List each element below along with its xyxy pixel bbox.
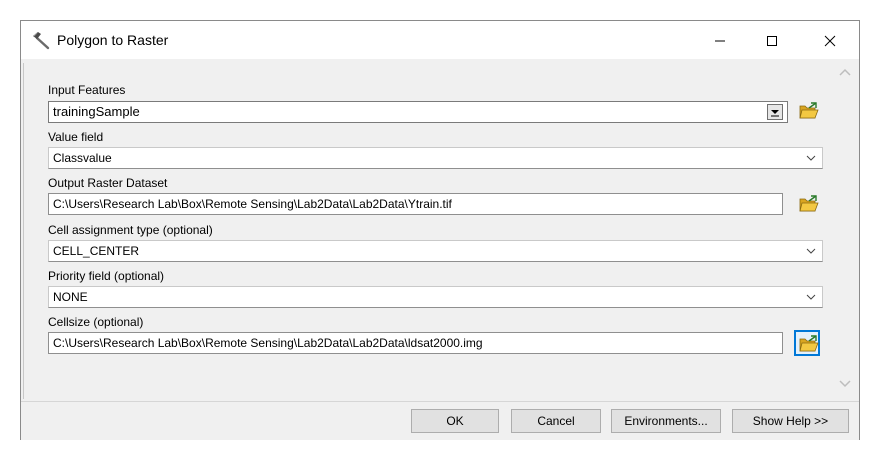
ok-button[interactable]: OK xyxy=(411,409,499,433)
input-features-browse-button[interactable] xyxy=(796,99,822,125)
priority-field-value: NONE xyxy=(53,290,88,304)
hammer-icon xyxy=(31,30,51,50)
environments-button[interactable]: Environments... xyxy=(611,409,721,433)
button-bar: OK Cancel Environments... Show Help >> xyxy=(21,401,859,440)
folder-open-icon xyxy=(799,195,819,212)
dialog-content: Input Features trainingSample Value fiel… xyxy=(21,59,859,403)
priority-field-select[interactable]: NONE xyxy=(48,286,823,308)
window-title: Polygon to Raster xyxy=(57,32,169,48)
output-raster-value: C:\Users\Research Lab\Box\Remote Sensing… xyxy=(53,197,452,211)
title-bar: Polygon to Raster xyxy=(21,21,859,59)
parameters-panel: Input Features trainingSample Value fiel… xyxy=(23,63,824,399)
minimize-button[interactable] xyxy=(697,21,743,59)
scroll-down-icon[interactable] xyxy=(839,379,851,389)
value-field-value: Classvalue xyxy=(53,151,112,165)
priority-field-label: Priority field (optional) xyxy=(48,269,165,283)
scroll-up-icon[interactable] xyxy=(839,67,851,77)
cell-assignment-select[interactable]: CELL_CENTER xyxy=(48,240,823,262)
vertical-scrollbar[interactable] xyxy=(833,59,857,399)
cellsize-input[interactable]: C:\Users\Research Lab\Box\Remote Sensing… xyxy=(48,332,783,354)
value-field-label: Value field xyxy=(48,130,104,144)
input-features-value: trainingSample xyxy=(53,104,140,119)
value-field-select[interactable]: Classvalue xyxy=(48,147,823,169)
maximize-button[interactable] xyxy=(749,21,795,59)
chevron-down-icon xyxy=(806,248,816,254)
folder-open-icon xyxy=(799,335,819,352)
show-help-button[interactable]: Show Help >> xyxy=(732,409,849,433)
output-raster-browse-button[interactable] xyxy=(796,192,822,218)
input-features-dropdown-button[interactable] xyxy=(767,104,783,120)
cellsize-value: C:\Users\Research Lab\Box\Remote Sensing… xyxy=(53,336,483,350)
chevron-down-icon xyxy=(806,294,816,300)
chevron-down-icon xyxy=(771,110,779,117)
cellsize-label: Cellsize (optional) xyxy=(48,315,144,329)
cell-assignment-label: Cell assignment type (optional) xyxy=(48,223,213,237)
dialog-window: Polygon to Raster Input Features trainin… xyxy=(20,20,860,440)
cancel-button[interactable]: Cancel xyxy=(511,409,601,433)
close-button[interactable] xyxy=(807,21,853,59)
input-features-label: Input Features xyxy=(48,83,126,97)
folder-open-icon xyxy=(799,102,819,119)
cell-assignment-value: CELL_CENTER xyxy=(53,244,140,258)
chevron-down-icon xyxy=(806,155,816,161)
input-features-field[interactable]: trainingSample xyxy=(48,101,788,123)
output-raster-label: Output Raster Dataset xyxy=(48,176,168,190)
output-raster-input[interactable]: C:\Users\Research Lab\Box\Remote Sensing… xyxy=(48,193,783,215)
cellsize-browse-button[interactable] xyxy=(794,330,820,356)
